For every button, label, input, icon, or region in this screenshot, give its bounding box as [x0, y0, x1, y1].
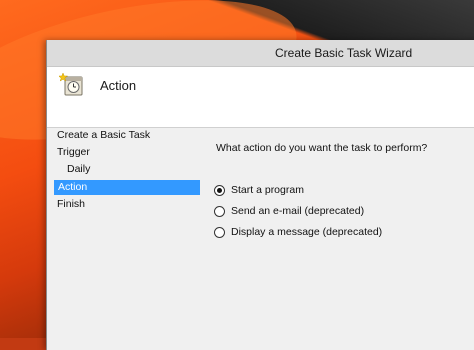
- action-question: What action do you want the task to perf…: [216, 142, 428, 154]
- step-finish[interactable]: Finish: [57, 197, 197, 212]
- wizard-header: Action: [47, 67, 474, 128]
- radio-send-email[interactable]: [214, 205, 225, 217]
- option-display-message[interactable]: Display a message (deprecated): [214, 225, 382, 239]
- step-daily[interactable]: Daily: [67, 162, 197, 177]
- step-trigger[interactable]: Trigger: [57, 145, 197, 160]
- option-label[interactable]: Send an e-mail (deprecated): [231, 205, 364, 217]
- title-bar[interactable]: Create Basic Task Wizard: [47, 40, 474, 67]
- wizard-window: Create Basic Task Wizard Action Create a…: [46, 40, 474, 350]
- option-label[interactable]: Display a message (deprecated): [231, 226, 382, 238]
- option-label[interactable]: Start a program: [231, 184, 304, 196]
- page-title: Action: [100, 78, 137, 93]
- window-title: Create Basic Task Wizard: [275, 46, 413, 60]
- wizard-content: What action do you want the task to perf…: [201, 128, 474, 350]
- task-scheduler-icon: [57, 71, 85, 97]
- wizard-steps-sidebar: Create a Basic Task Trigger Daily Action…: [47, 128, 201, 350]
- radio-display-message[interactable]: [214, 226, 225, 238]
- option-start-program[interactable]: Start a program: [214, 183, 304, 197]
- step-create-basic-task[interactable]: Create a Basic Task: [57, 128, 197, 143]
- step-action[interactable]: Action: [54, 180, 200, 195]
- option-send-email[interactable]: Send an e-mail (deprecated): [214, 204, 364, 218]
- radio-start-program[interactable]: [214, 184, 225, 196]
